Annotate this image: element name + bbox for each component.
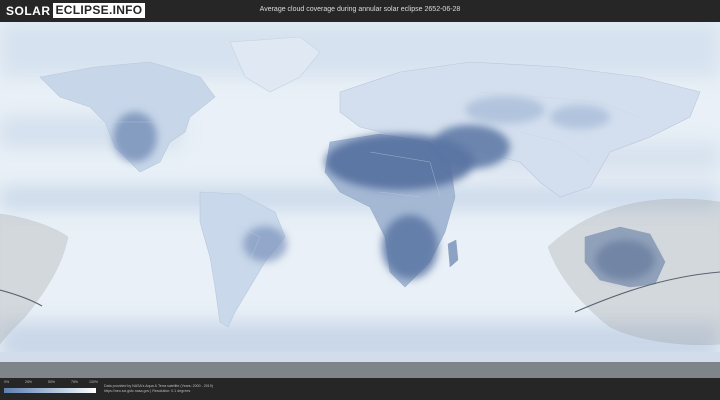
legend-labels: 0% 25% 50% 75% 100% (4, 380, 98, 388)
legend-label-0: 0% (4, 380, 10, 384)
cloud-coverage-map (0, 22, 720, 378)
legend-label-100: 100% (89, 380, 98, 384)
header-bar: SOLAR ECLIPSE.INFO Average cloud coverag… (0, 0, 720, 22)
map-bottom-fade (0, 362, 720, 378)
legend-label-25: 25% (25, 380, 33, 384)
legend-label-50: 50% (48, 380, 56, 384)
data-credit-line: Data provided by NASA's Aqua & Terra sat… (104, 384, 213, 388)
data-source-link[interactable]: https://neo.sci.gsfc.nasa.gov | Resoluti… (104, 389, 190, 393)
legend-label-75: 75% (71, 380, 79, 384)
cloud-coverage-legend-bar (4, 388, 96, 393)
world-map-svg (0, 22, 720, 378)
page-title: Average cloud coverage during annular so… (259, 6, 461, 13)
footer-bar: 0% 25% 50% 75% 100% Data provided by NAS… (0, 378, 720, 400)
